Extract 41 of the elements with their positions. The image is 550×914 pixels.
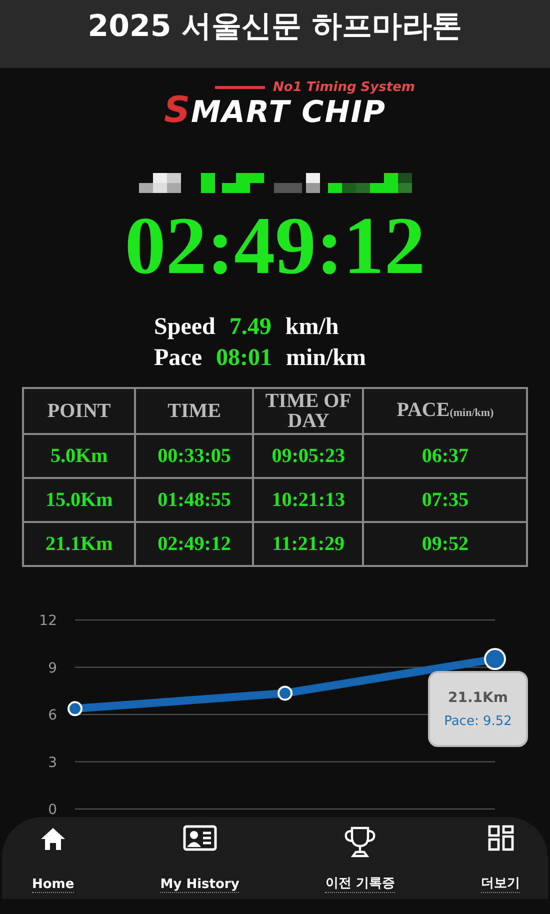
stat-value: 08:01 bbox=[216, 344, 272, 373]
nav-item[interactable]: Home bbox=[32, 817, 74, 899]
stat-unit: min/km bbox=[286, 344, 366, 373]
table-cell: 00:33:05 bbox=[135, 434, 254, 478]
stat-unit: km/h bbox=[285, 313, 339, 342]
table-cell: 11:21:29 bbox=[253, 522, 364, 566]
column-header: TIME OF DAY bbox=[253, 388, 364, 434]
column-header: POINT bbox=[23, 388, 136, 434]
logo-tagline: No1 Timing System bbox=[273, 80, 415, 95]
table-cell: 10:21:13 bbox=[253, 478, 364, 522]
table-cell: 09:52 bbox=[363, 522, 527, 566]
stat-label: Speed bbox=[154, 313, 216, 342]
y-tick-label: 0 bbox=[48, 802, 57, 816]
tooltip-value: Pace: 9.52 bbox=[444, 714, 512, 728]
column-header: TIME bbox=[135, 388, 254, 434]
y-tick-label: 6 bbox=[48, 708, 57, 724]
finish-time: 02:49:12 bbox=[124, 201, 426, 291]
table-cell: 02:49:12 bbox=[135, 522, 254, 566]
table-cell: 21.1Km bbox=[23, 522, 136, 566]
stat-value: 7.49 bbox=[229, 313, 272, 342]
page-title: 2025 서울신문 하프마라톤 bbox=[88, 8, 462, 46]
stat-label: Pace bbox=[154, 344, 202, 373]
nav-item[interactable]: My History bbox=[160, 817, 240, 899]
table-cell: 5.0Km bbox=[23, 434, 136, 478]
logo-wordmark: SMART CHIP bbox=[164, 95, 386, 129]
nav-item[interactable]: 더보기 bbox=[481, 817, 520, 899]
tooltip-title: 21.1Km bbox=[448, 690, 508, 706]
grid-icon bbox=[488, 825, 514, 851]
table-cell: 01:48:55 bbox=[135, 478, 254, 522]
y-tick-label: 12 bbox=[39, 613, 57, 629]
table-cell: 15.0Km bbox=[23, 478, 136, 522]
logo-stripe bbox=[215, 86, 266, 89]
table-cell: 09:05:23 bbox=[253, 434, 364, 478]
table-cell: 06:37 bbox=[363, 434, 527, 478]
table-cell: 07:35 bbox=[363, 478, 527, 522]
trophy-icon bbox=[343, 825, 378, 859]
home-icon bbox=[39, 825, 68, 853]
id-card-icon bbox=[182, 825, 217, 851]
y-tick-label: 9 bbox=[48, 660, 57, 676]
y-tick-label: 3 bbox=[48, 754, 57, 771]
nav-item[interactable]: 이전 기록증 bbox=[325, 817, 395, 899]
